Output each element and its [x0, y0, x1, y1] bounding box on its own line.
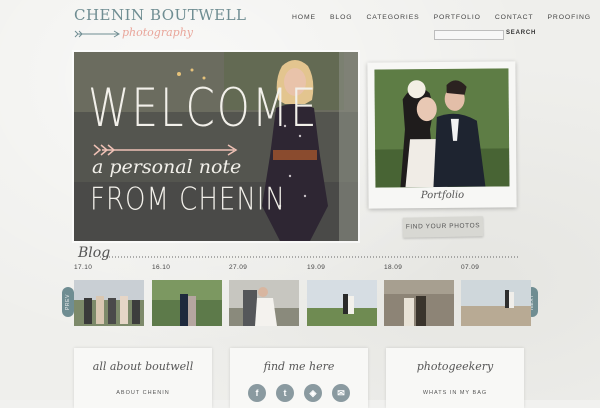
email-icon[interactable]: ✉ — [332, 384, 350, 402]
portfolio-couple-image — [374, 68, 510, 188]
find-me-title: find me here — [263, 360, 335, 373]
hero-banner[interactable]: WELCOME a personal note FROM CHENIN — [74, 52, 358, 241]
hero-note-text: a personal note — [92, 156, 242, 178]
logo-name: CHENIN BOUTWELL — [74, 6, 247, 24]
post-date: 18.09 — [384, 264, 403, 271]
search-button[interactable]: SEARCH — [506, 30, 536, 36]
blog-title: Blog — [78, 245, 111, 261]
search-input[interactable] — [434, 30, 504, 40]
about-box: all about boutwell ABOUT CHENIN — [74, 348, 212, 408]
post-date: 17.10 — [74, 264, 93, 271]
nav-blog[interactable]: BLOG — [330, 14, 353, 21]
facebook-icon[interactable]: f — [248, 384, 266, 402]
about-box-title: all about boutwell — [92, 360, 194, 373]
post-date: 19.09 — [307, 264, 326, 271]
nav-home[interactable]: HOME — [292, 14, 316, 21]
nav-proofing[interactable]: PROOFING — [547, 14, 590, 21]
find-me-box: find me here f t ◈ ✉ — [230, 348, 368, 408]
nav-portfolio[interactable]: PORTFOLIO — [434, 14, 481, 21]
portfolio-polaroid[interactable]: Portfolio — [367, 61, 517, 209]
main-nav: HOME BLOG CATEGORIES PORTFOLIO CONTACT P… — [292, 14, 591, 21]
post-date: 07.09 — [461, 264, 480, 271]
blog-thumbnail[interactable] — [229, 280, 299, 326]
nav-contact[interactable]: CONTACT — [495, 14, 534, 21]
blog-timeline — [100, 256, 520, 258]
blog-thumbnail[interactable] — [384, 280, 454, 326]
blog-thumbnail[interactable] — [74, 280, 144, 326]
post-date: 16.10 — [152, 264, 171, 271]
photogeekery-title: photogeekery — [416, 360, 494, 373]
blog-prev-button[interactable]: PREV — [62, 287, 74, 317]
logo-arrow-icon — [74, 30, 120, 38]
find-your-photos-button[interactable]: FIND YOUR PHOTOS — [402, 216, 484, 238]
hero-arrow-icon — [93, 144, 238, 156]
nav-categories[interactable]: CATEGORIES — [367, 14, 420, 21]
logo-tagline: photography — [122, 26, 193, 39]
site-logo[interactable]: CHENIN BOUTWELL photography — [74, 6, 247, 39]
post-date: 27.09 — [229, 264, 248, 271]
portfolio-label: Portfolio — [420, 189, 465, 202]
hero-welcome-text: WELCOME — [88, 77, 319, 139]
blog-thumbnail[interactable] — [461, 280, 531, 326]
blog-thumbnail[interactable] — [152, 280, 222, 326]
about-chenin-link[interactable]: ABOUT CHENIN — [74, 390, 212, 396]
hero-from-text: FROM CHENIN — [90, 182, 286, 218]
twitter-icon[interactable]: t — [276, 384, 294, 402]
rss-icon[interactable]: ◈ — [304, 384, 322, 402]
photogeekery-box: photogeekery WHATS IN MY BAG — [386, 348, 524, 408]
portfolio-photo — [374, 68, 510, 188]
blog-thumbnail[interactable] — [307, 280, 377, 326]
whats-in-my-bag-link[interactable]: WHATS IN MY BAG — [386, 390, 524, 396]
